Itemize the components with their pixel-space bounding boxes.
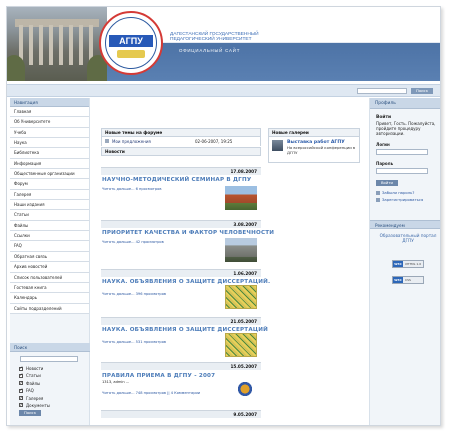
topic-icon — [105, 139, 109, 143]
news-title-link[interactable]: ПРИОРИТЕТ КАЧЕСТВА И ФАКТОР ЧЕЛОВЕЧНОСТИ — [101, 230, 274, 236]
site-header: АГПУ ДАГЕСТАНСКИЙ ГОСУДАРСТВЕННЫЙ ПЕДАГО… — [7, 7, 440, 81]
user-add-icon — [376, 197, 380, 202]
news-thumbnail[interactable] — [225, 333, 257, 357]
top-search-button[interactable]: Поиск — [411, 88, 433, 94]
university-logo[interactable]: АГПУ — [99, 11, 163, 75]
nav-item[interactable]: Библиотека — [10, 148, 89, 159]
recommend-title: Рекомендуем — [370, 220, 440, 229]
profile-title: Профиль — [370, 98, 440, 109]
search-option[interactable]: Статьи — [10, 372, 90, 380]
nav-item[interactable]: Ссылки — [10, 231, 89, 242]
news-item: 1.06.2007 НАУКА. ОБЪЯВЛЕНИЯ О ЗАЩИТЕ ДИС… — [101, 269, 270, 317]
forum-title: Новые темы на форуме — [101, 128, 261, 137]
top-search-bar: Поиск — [7, 84, 440, 97]
forum-block: Новые темы на форуме Мои предложения 02-… — [101, 128, 261, 146]
nav-item[interactable]: Главная — [10, 107, 89, 118]
nav-item[interactable]: Календарь — [10, 293, 89, 304]
gallery-item-description: На всероссийской конференции в ДГПУ — [287, 145, 356, 155]
search-option[interactable]: FAQ — [10, 387, 90, 395]
nav-item[interactable]: Сайты подразделений — [10, 303, 89, 314]
search-option[interactable]: Галерея — [10, 395, 90, 402]
news-date: 1.06.2007 — [101, 269, 261, 277]
search-button[interactable]: Поиск — [19, 410, 41, 417]
forum-topic-row: Мои предложения 02-06-2007, 19:25 — [101, 137, 261, 146]
nav-item[interactable]: Галерея — [10, 189, 89, 201]
w3c-xhtml-badge[interactable]: W3C XHTML 1.0 — [392, 260, 424, 268]
news-item: 3.08.2007 ПРИОРИТЕТ КАЧЕСТВА И ФАКТОР ЧЕ… — [101, 220, 274, 269]
nav-item[interactable]: Обратная связь — [10, 251, 89, 263]
search-panel: Поиск Новости Статьи Файлы FAQ Галерея Д… — [10, 343, 90, 417]
nav-item[interactable]: Информация — [10, 158, 89, 170]
news-thumbnail[interactable] — [225, 186, 257, 210]
search-option[interactable]: Новости — [10, 365, 90, 372]
w3c-css-badge[interactable]: W3C CSS — [392, 276, 424, 284]
login-label: Логин — [376, 142, 390, 147]
login-form: Войти Привет, Гость. Пожалуйста, пройдит… — [370, 109, 440, 202]
nav-item[interactable]: Общественные организации — [10, 169, 89, 180]
checkbox-icon[interactable] — [19, 402, 23, 409]
navigation-menu: Главная Об Университете Учеба Наука Библ… — [10, 107, 89, 314]
checkbox-icon[interactable] — [19, 380, 23, 387]
login-button[interactable]: Войти — [376, 180, 398, 186]
nav-item[interactable]: Об Университете — [10, 117, 89, 128]
checkbox-icon[interactable] — [19, 372, 23, 380]
university-building-photo — [7, 7, 107, 81]
nav-item[interactable]: Учеба — [10, 127, 89, 139]
news-item: 21.05.2007 НАУКА. ОБЪЯВЛЕНИЯ О ЗАЩИТЕ ДИ… — [101, 317, 268, 362]
gallery-thumbnail[interactable] — [272, 140, 283, 151]
right-sidebar: Профиль Войти Привет, Гость. Пожалуйста,… — [369, 98, 440, 425]
forum-topic-link[interactable]: Мои предложения — [112, 137, 151, 146]
news-item: 17.08.2007 НАУЧНО-МЕТОДИЧЕСКИЙ СЕМИНАР В… — [101, 167, 261, 220]
news-title-link[interactable]: НАУЧНО-МЕТОДИЧЕСКИЙ СЕМИНАР В ДГПУ — [101, 177, 261, 183]
login-heading: Войти — [376, 115, 392, 120]
password-input[interactable] — [376, 168, 428, 174]
news-block: Новости 17.08.2007 НАУЧНО-МЕТОДИЧЕСКИЙ С… — [101, 147, 274, 424]
page-frame: АГПУ ДАГЕСТАНСКИЙ ГОСУДАРСТВЕННЫЙ ПЕДАГО… — [6, 6, 441, 426]
nav-item[interactable]: Гостевая книга — [10, 282, 89, 294]
news-date: 15.05.2007 — [101, 362, 261, 370]
top-search-input[interactable] — [357, 88, 407, 94]
gallery-item[interactable]: Выставка работ АГПУ На всероссийской кон… — [268, 137, 360, 163]
logo-text: АГПУ — [109, 35, 153, 47]
checkbox-icon[interactable] — [19, 365, 23, 372]
news-thumbnail[interactable] — [225, 238, 257, 262]
news-title: Новости — [101, 147, 261, 156]
nav-item[interactable]: Архив новостей — [10, 262, 89, 273]
forgot-password-link[interactable]: Забыли пароль? — [376, 190, 437, 195]
nav-item[interactable]: Наши издания — [10, 200, 89, 211]
news-thumbnail[interactable] — [233, 379, 257, 399]
left-sidebar: Навигация Главная Об Университете Учеба … — [10, 98, 90, 425]
search-option[interactable]: Документы — [10, 402, 90, 409]
news-item: 15.05.2007 ПРАВИЛА ПРИЕМА В ДГПУ - 2007 … — [101, 362, 261, 410]
news-date: 17.08.2007 — [101, 167, 261, 175]
portal-link[interactable]: Образовательный портал ДГПУ — [376, 233, 440, 244]
register-link[interactable]: Зарегистрироваться — [376, 197, 437, 202]
news-date: 9.05.2007 — [101, 410, 261, 418]
nav-item[interactable]: Форум — [10, 179, 89, 190]
gallery-title: Новые галереи — [268, 128, 360, 137]
search-input[interactable] — [20, 356, 78, 362]
forum-topic-date: 02-06-2007, 19:25 — [195, 139, 233, 144]
university-name: ДАГЕСТАНСКИЙ ГОСУДАРСТВЕННЫЙ ПЕДАГОГИЧЕС… — [170, 32, 259, 43]
password-label: Пароль — [376, 161, 394, 166]
site-label: ОФИЦИАЛЬНЫЙ САЙТ — [179, 48, 241, 53]
nav-item[interactable]: Список пользователей — [10, 272, 89, 283]
login-greeting: Привет, Гость. Пожалуйста, пройдите проц… — [376, 121, 436, 136]
news-thumbnail[interactable] — [225, 285, 257, 309]
news-item: 9.05.2007 — [101, 410, 261, 424]
search-title: Поиск — [10, 343, 90, 352]
nav-item[interactable]: FAQ — [10, 241, 89, 252]
search-option[interactable]: Файлы — [10, 380, 90, 387]
login-input[interactable] — [376, 149, 428, 155]
nav-item[interactable]: Наука — [10, 138, 89, 149]
checkbox-icon[interactable] — [19, 387, 23, 395]
key-icon — [376, 190, 380, 195]
nav-item[interactable]: Статьи — [10, 210, 89, 221]
nav-item[interactable]: Файлы — [10, 220, 89, 232]
navigation-title: Навигация — [10, 98, 89, 107]
gallery-block: Новые галереи Выставка работ АГПУ На все… — [268, 128, 360, 163]
news-date: 3.08.2007 — [101, 220, 261, 228]
checkbox-icon[interactable] — [19, 395, 23, 402]
news-date: 21.05.2007 — [101, 317, 261, 325]
